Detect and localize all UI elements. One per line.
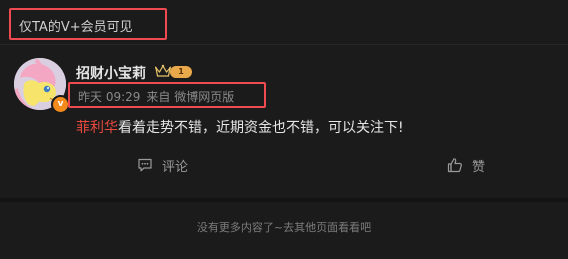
section-divider: [0, 198, 568, 202]
comment-icon: [138, 158, 152, 172]
like-button[interactable]: 赞: [447, 155, 485, 175]
crown-icon[interactable]: [155, 64, 171, 78]
comment-label: 评论: [162, 159, 189, 175]
stock-link[interactable]: 菲利华: [76, 120, 118, 136]
thumbs-up-icon: [447, 158, 462, 173]
visibility-notice: 仅TA的V+会员可见: [9, 8, 167, 40]
username[interactable]: 招财小宝莉: [76, 63, 146, 83]
post-card: 仅TA的V+会员可见 v 招财小宝莉 1 昨天 09:29 来自 微博网页版 菲…: [0, 0, 568, 198]
post-time[interactable]: 昨天 09:29: [78, 90, 140, 104]
end-of-feed-message: 没有更多内容了~去其他页面看看吧: [196, 221, 372, 234]
divider: [0, 44, 568, 45]
post-body: 看着走势不错，近期资金也不错，可以关注下!: [118, 120, 404, 136]
like-label: 赞: [472, 159, 486, 175]
post-source[interactable]: 来自 微博网页版: [146, 90, 234, 104]
post-meta: 昨天 09:29 来自 微博网页版: [68, 82, 266, 108]
level-badge[interactable]: 1: [170, 66, 192, 78]
post-content: 菲利华看着走势不错，近期资金也不错，可以关注下!: [76, 117, 404, 137]
comment-button[interactable]: 评论: [137, 155, 188, 175]
page: 仅TA的V+会员可见 v 招财小宝莉 1 昨天 09:29 来自 微博网页版 菲…: [0, 0, 568, 259]
visibility-label: 仅TA的V+会员可见: [19, 20, 133, 35]
